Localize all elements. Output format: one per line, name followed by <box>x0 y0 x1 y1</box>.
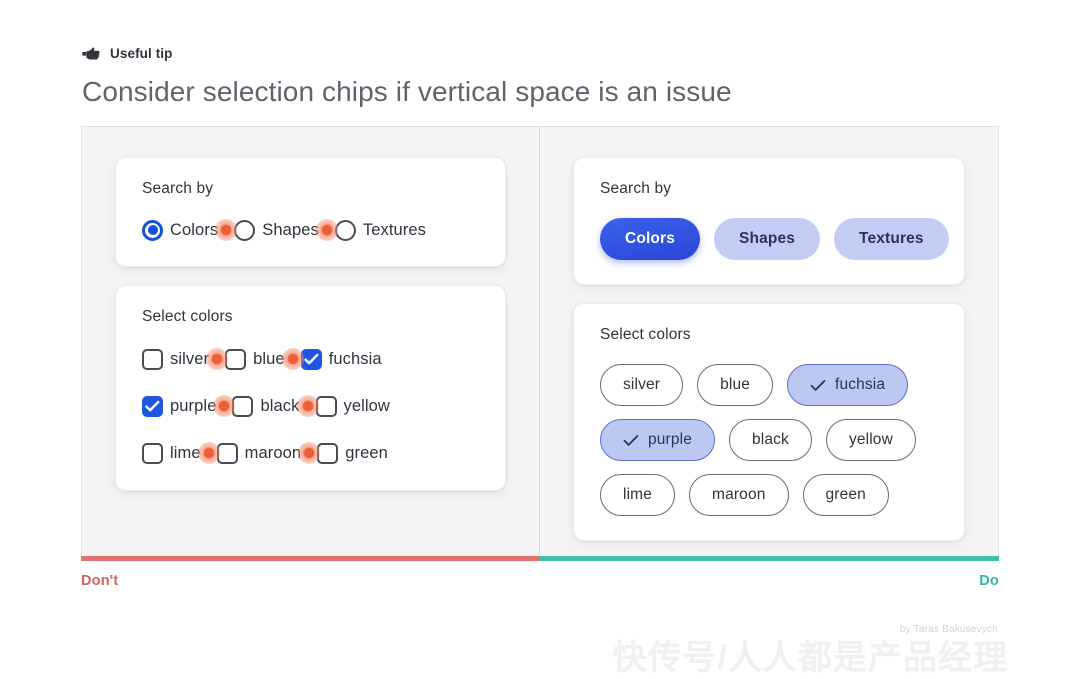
radio-textures[interactable] <box>334 219 356 241</box>
chip-row: purple black yellow <box>600 419 938 461</box>
chip-fuchsia[interactable]: fuchsia <box>786 364 909 406</box>
page-header: Useful tip Consider selection chips if v… <box>82 42 1002 109</box>
touch-target-collision-icon <box>281 348 304 370</box>
dont-select-colors-card: Select colors silver blue fuchsia purple <box>115 285 506 491</box>
comparison-frame: Search by Colors Shapes Textures Select … <box>81 126 999 556</box>
radio-textures-label: Textures <box>362 220 427 239</box>
checkbox-maroon-label: maroon <box>244 443 302 462</box>
chip-black-label: black <box>752 431 789 448</box>
radio-colors-label: Colors <box>170 220 219 239</box>
dont-pane: Search by Colors Shapes Textures Select … <box>82 127 540 556</box>
checkbox-black[interactable] <box>232 395 254 417</box>
checkbox-black-label: black <box>260 396 300 415</box>
page-title: Consider selection chips if vertical spa… <box>82 76 732 107</box>
checkbox-purple-label: purple <box>170 396 217 415</box>
checkbox-lime-label: lime <box>170 443 201 462</box>
radio-colors[interactable] <box>142 219 163 241</box>
radio-shapes-label: Shapes <box>262 220 319 239</box>
checkbox-fuchsia-label: fuchsia <box>328 349 382 368</box>
checkbox-row: silver blue fuchsia <box>142 346 479 372</box>
chip-maroon[interactable]: maroon <box>689 474 789 516</box>
chip-tab-shapes[interactable]: Shapes <box>714 218 821 260</box>
checkbox-silver-label: silver <box>170 349 210 368</box>
chip-green[interactable]: green <box>802 474 889 516</box>
radio-shapes[interactable] <box>234 219 256 241</box>
do-pane: Search by Colors Shapes Textures Select … <box>540 127 998 556</box>
dont-search-by-card: Search by Colors Shapes Textures <box>115 157 506 267</box>
chip-maroon-label: maroon <box>712 486 766 503</box>
chip-row: lime maroon green <box>600 474 938 516</box>
verdict-bars <box>81 556 999 561</box>
author-credit: by Taras Bakusevych <box>899 624 998 635</box>
checkbox-blue-label: blue <box>253 349 285 368</box>
chip-tab-textures[interactable]: Textures <box>834 218 949 260</box>
checkbox-green[interactable] <box>317 442 339 464</box>
chip-black[interactable]: black <box>729 419 812 461</box>
checkbox-silver[interactable] <box>142 348 163 370</box>
checkbox-row: lime maroon green <box>142 440 479 466</box>
chip-lime[interactable]: lime <box>600 474 676 516</box>
touch-target-collision-icon <box>296 395 319 417</box>
checkbox-purple[interactable] <box>142 395 163 417</box>
radio-group-search-by: Colors Shapes Textures <box>142 218 479 242</box>
chip-blue[interactable]: blue <box>697 364 773 406</box>
dont-bar <box>81 556 540 561</box>
checkbox-green-label: green <box>345 443 388 462</box>
useful-tip-row: Useful tip <box>82 42 1002 64</box>
chip-row: silver blue fuchsia <box>600 364 938 406</box>
do-bar <box>540 556 999 561</box>
dont-label: Don't <box>81 573 119 589</box>
pointing-hand-icon <box>82 46 101 61</box>
checkbox-lime[interactable] <box>142 442 163 464</box>
checkbox-maroon[interactable] <box>216 442 238 464</box>
chip-silver[interactable]: silver <box>600 364 684 406</box>
do-select-colors-card: Select colors silver blue fuchsia purple… <box>573 303 965 541</box>
chip-lime-label: lime <box>623 486 653 503</box>
do-label: Do <box>979 573 999 589</box>
chip-blue-label: blue <box>720 376 750 393</box>
chip-green-label: green <box>825 486 866 503</box>
touch-target-collision-icon <box>206 348 229 370</box>
useful-tip-label: Useful tip <box>110 45 173 61</box>
checkbox-blue[interactable] <box>225 348 247 370</box>
do-select-colors-title: Select colors <box>600 326 691 343</box>
chip-yellow-label: yellow <box>848 431 893 448</box>
chip-purple[interactable]: purple <box>600 419 715 461</box>
checkbox-fuchsia[interactable] <box>300 348 322 370</box>
chip-silver-label: silver <box>623 376 661 393</box>
check-icon <box>623 434 639 447</box>
chip-group-search-by: Colors Shapes Textures <box>600 218 949 260</box>
dont-search-by-title: Search by <box>142 180 214 197</box>
do-search-by-card: Search by Colors Shapes Textures <box>573 157 965 285</box>
touch-target-collision-icon <box>315 219 338 241</box>
touch-target-collision-icon <box>197 442 220 464</box>
touch-target-collision-icon <box>215 219 238 241</box>
verdict-labels: Don't Do <box>81 573 999 589</box>
checkbox-row: purple black yellow <box>142 393 479 419</box>
checkbox-yellow[interactable] <box>315 395 337 417</box>
check-icon <box>810 379 826 392</box>
chip-fuchsia-label: fuchsia <box>834 376 886 393</box>
chip-yellow[interactable]: yellow <box>825 419 916 461</box>
checkbox-yellow-label: yellow <box>343 396 390 415</box>
dont-select-colors-title: Select colors <box>142 308 233 325</box>
chip-tab-colors[interactable]: Colors <box>600 218 700 260</box>
chip-purple-label: purple <box>648 431 692 448</box>
do-search-by-title: Search by <box>600 180 672 197</box>
